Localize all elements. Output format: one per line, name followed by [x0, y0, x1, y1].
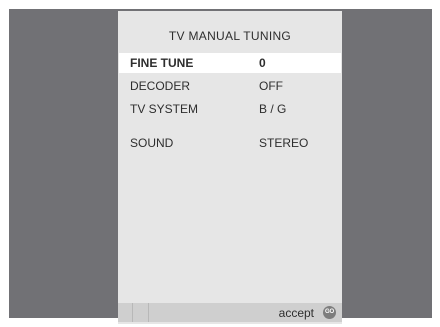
menu-item-value: B / G	[259, 102, 287, 116]
status-bar-divider	[132, 303, 133, 322]
menu-item-label: DECODER	[130, 79, 191, 93]
menu-item-value: STEREO	[259, 136, 309, 150]
menu-item-label: TV SYSTEM	[130, 102, 199, 116]
menu-item-value: 0	[259, 56, 266, 70]
menu-item-label: FINE TUNE	[130, 56, 194, 70]
menu-title: TV MANUAL TUNING	[168, 29, 292, 43]
menu-item-decoder[interactable]: DECODER OFF	[119, 76, 341, 96]
menu-item-sound[interactable]: SOUND STEREO	[119, 133, 341, 153]
menu-item-value: OFF	[259, 79, 283, 93]
menu-panel: TV MANUAL TUNING FINE TUNE 0 DECODER OFF…	[118, 11, 342, 324]
go-button-icon[interactable]: GO	[323, 306, 336, 319]
accept-label: accept	[278, 306, 314, 320]
menu-item-fine-tune[interactable]: FINE TUNE 0	[119, 53, 341, 73]
menu-item-tv-system[interactable]: TV SYSTEM B / G	[119, 99, 341, 119]
status-bar-divider	[148, 303, 149, 322]
status-bar: accept GO	[118, 303, 342, 322]
menu-item-label: SOUND	[130, 136, 174, 150]
